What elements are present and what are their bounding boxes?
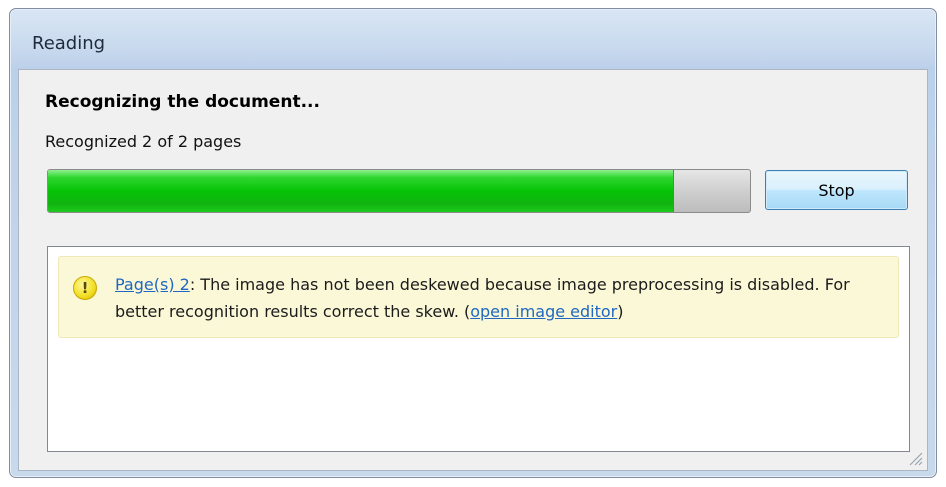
- progress-bar: [47, 169, 751, 213]
- message-log[interactable]: ! Page(s) 2: The image has not been desk…: [47, 246, 910, 452]
- stop-button[interactable]: Stop: [765, 170, 908, 210]
- warning-text-end: ): [617, 302, 624, 321]
- warning-icon: !: [73, 276, 97, 300]
- dialog-content: Recognizing the document... Recognized 2…: [18, 69, 928, 471]
- resize-grip-icon[interactable]: [907, 450, 923, 466]
- progress-status: Recognized 2 of 2 pages: [45, 132, 242, 151]
- reading-dialog: Reading Recognizing the document... Reco…: [9, 8, 937, 478]
- pages-link[interactable]: Page(s) 2: [115, 275, 190, 294]
- progress-heading: Recognizing the document...: [45, 92, 320, 112]
- open-image-editor-link[interactable]: open image editor: [470, 302, 617, 321]
- window-title: Reading: [32, 33, 106, 54]
- warning-message-text: Page(s) 2: The image has not been deskew…: [115, 271, 885, 325]
- warning-message: ! Page(s) 2: The image has not been desk…: [58, 256, 899, 338]
- title-bar[interactable]: Reading: [10, 9, 936, 69]
- progress-bar-fill: [48, 170, 674, 212]
